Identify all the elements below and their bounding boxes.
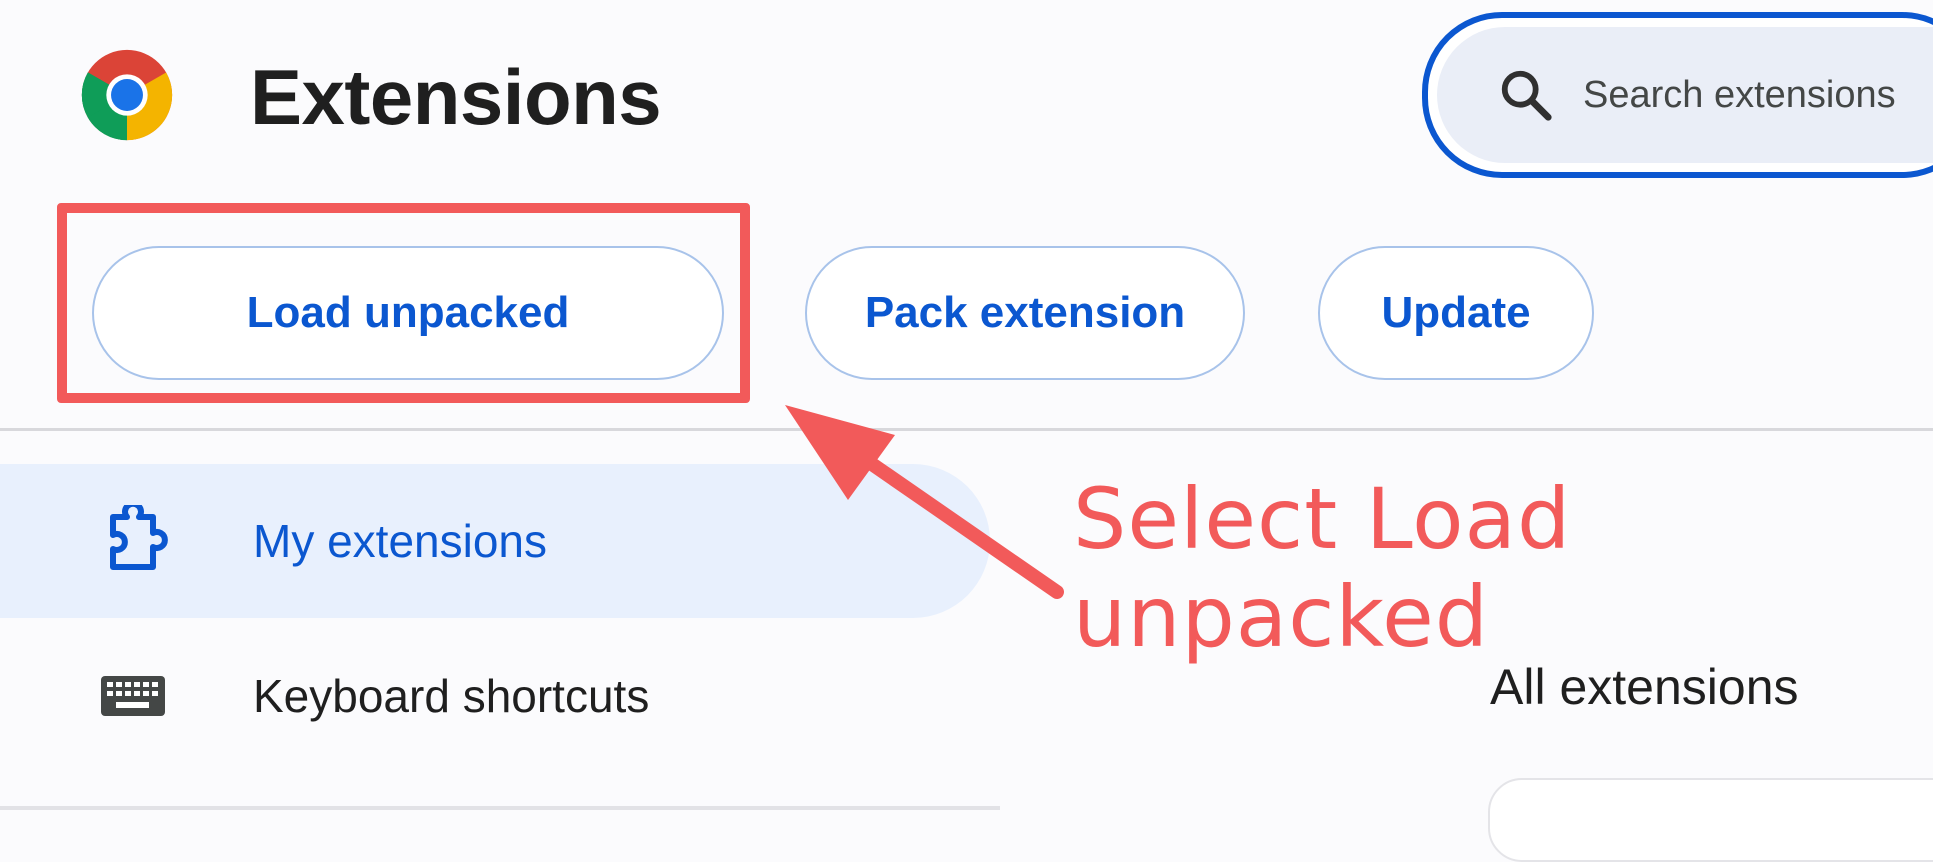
annotation-arrow	[785, 405, 1064, 599]
search-icon	[1501, 70, 1552, 121]
pack-extension-button[interactable]: Pack extension	[805, 246, 1245, 380]
sidebar-divider	[0, 806, 1000, 810]
section-title: All extensions	[1490, 659, 1799, 715]
sidebar-item-label: My extensions	[253, 515, 548, 567]
puzzle-icon	[110, 505, 168, 570]
search-box[interactable]	[1422, 12, 1933, 178]
extension-card	[1488, 778, 1933, 862]
chrome-logo-icon	[81, 49, 173, 141]
keyboard-icon	[101, 676, 165, 716]
update-button[interactable]: Update	[1318, 246, 1594, 380]
search-input[interactable]	[1583, 73, 1933, 117]
annotation-text: Select Load unpacked	[1073, 470, 1572, 666]
sidebar-item-label: Keyboard shortcuts	[253, 670, 650, 722]
page-title: Extensions	[250, 53, 662, 141]
sidebar-item-keyboard-shortcuts[interactable]: Keyboard shortcuts	[0, 636, 990, 756]
annotation-highlight-box	[57, 203, 750, 403]
